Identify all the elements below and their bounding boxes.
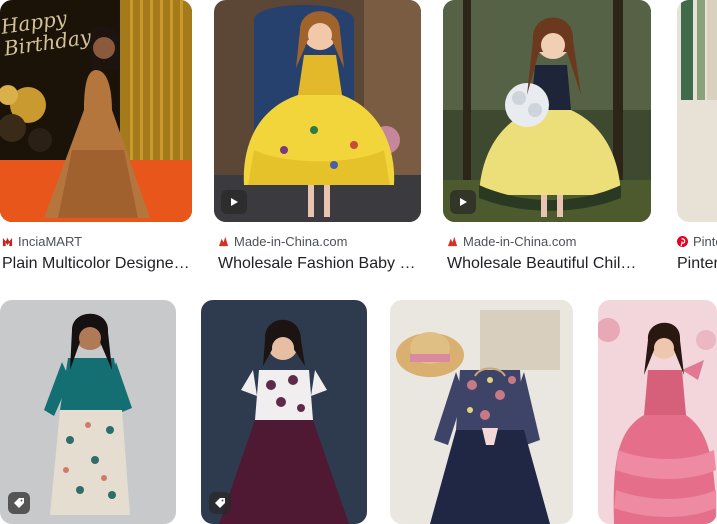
result-source-3[interactable]: Made-in-China.com: [447, 234, 576, 249]
result-source-1[interactable]: InciaMART: [2, 234, 82, 249]
made-in-china-logo-icon: [447, 236, 458, 247]
result-title-3[interactable]: Wholesale Beautiful Children Dress: [447, 255, 643, 273]
result-card-2[interactable]: Made-in-China.com Wholesale Fashion Baby…: [214, 0, 421, 285]
result-card-1[interactable]: Happy Birthday InciaMART Plain Multicolo…: [0, 0, 192, 285]
tag-icon: [215, 498, 225, 508]
pinterest-logo-icon: [677, 236, 688, 247]
indiamart-logo-icon: [2, 237, 13, 247]
result-thumbnail-2[interactable]: [214, 0, 421, 222]
result-card-4[interactable]: Pinterest Pinterest: [677, 0, 717, 285]
video-badge: [221, 190, 247, 214]
play-icon: [460, 198, 467, 206]
thumbnail-image: [201, 300, 367, 524]
result-thumbnail-5[interactable]: [0, 300, 176, 524]
result-title-4[interactable]: Pinterest: [677, 255, 717, 273]
result-card-3[interactable]: Made-in-China.com Wholesale Beautiful Ch…: [443, 0, 651, 285]
thumbnail-image: [677, 0, 717, 222]
result-source-4[interactable]: Pinterest: [677, 234, 717, 249]
thumbnail-image: [598, 300, 717, 524]
result-card-7[interactable]: [390, 300, 573, 524]
result-thumbnail-4[interactable]: [677, 0, 717, 222]
result-title-2[interactable]: Wholesale Fashion Baby Girls Dress: [218, 255, 418, 273]
source-label: Made-in-China.com: [234, 234, 348, 249]
result-card-6[interactable]: [201, 300, 367, 524]
result-thumbnail-1[interactable]: Happy Birthday: [0, 0, 192, 222]
result-card-8[interactable]: [598, 300, 717, 524]
made-in-china-logo-icon: [218, 236, 229, 247]
tag-badge: [8, 492, 30, 514]
result-card-5[interactable]: [0, 300, 176, 524]
video-badge: [450, 190, 476, 214]
result-thumbnail-8[interactable]: [598, 300, 717, 524]
result-source-2[interactable]: Made-in-China.com: [218, 234, 347, 249]
thumbnail-image: [214, 0, 421, 222]
source-label: InciaMART: [18, 234, 83, 249]
result-thumbnail-6[interactable]: [201, 300, 367, 524]
thumbnail-image: [0, 300, 176, 524]
thumbnail-image: [390, 300, 573, 524]
result-thumbnail-7[interactable]: [390, 300, 573, 524]
result-thumbnail-3[interactable]: [443, 0, 651, 222]
source-label: Made-in-China.com: [463, 234, 577, 249]
thumbnail-image: [443, 0, 651, 222]
source-label: Pinterest: [693, 234, 717, 249]
tag-badge: [209, 492, 231, 514]
tag-icon: [14, 498, 24, 508]
play-icon: [231, 198, 238, 206]
result-title-1[interactable]: Plain Multicolor Designer Kids Gown: [2, 255, 192, 273]
